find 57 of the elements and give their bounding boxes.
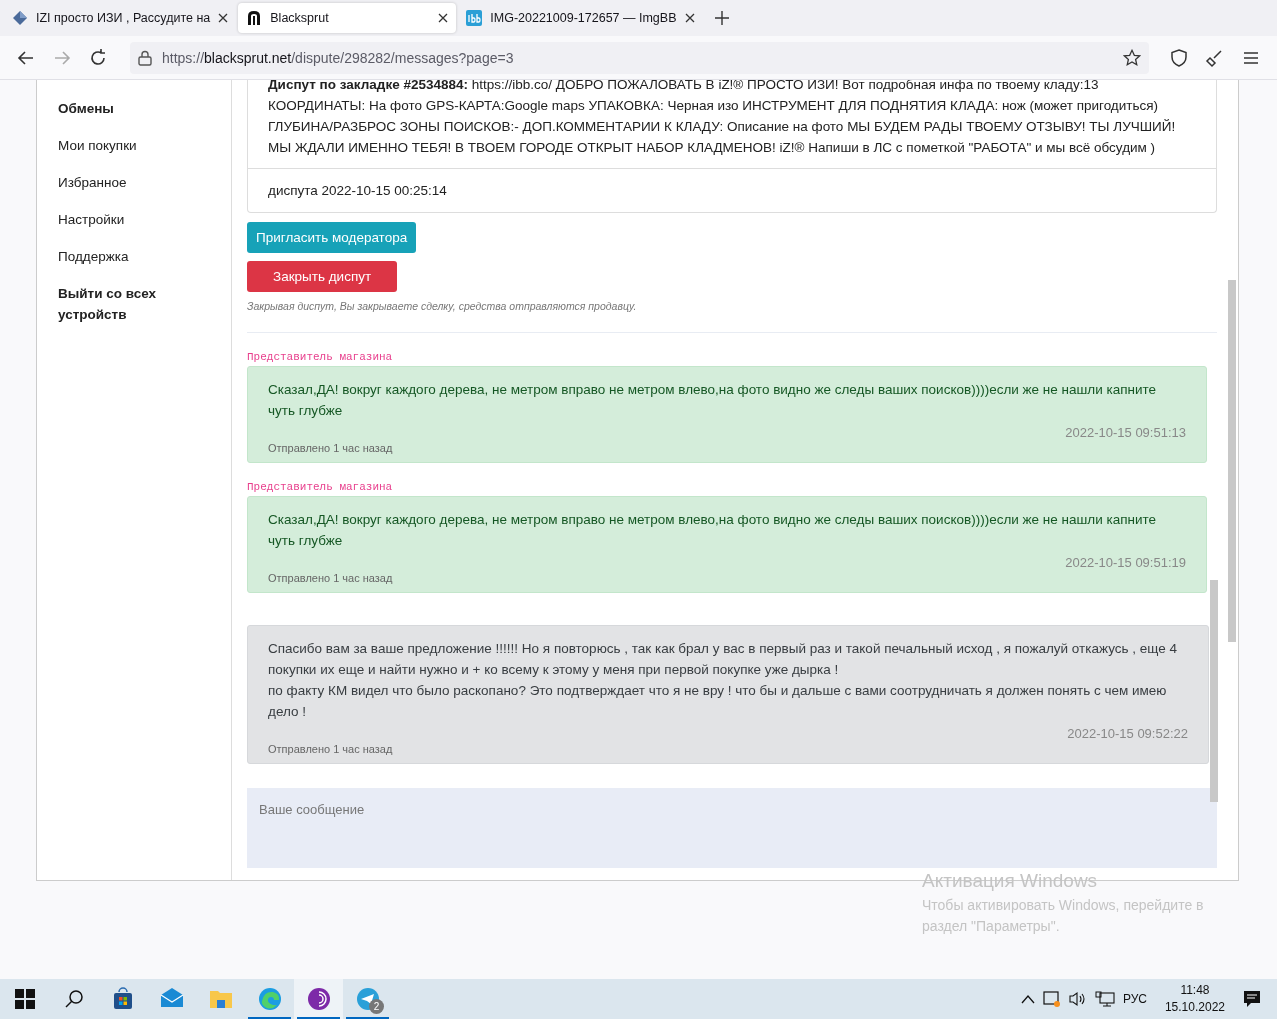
sent-time: Отправлено 1 час назад	[268, 572, 393, 584]
message-timestamp: 2022-10-15 09:51:13	[1065, 425, 1186, 440]
search-icon	[63, 989, 84, 1009]
close-icon[interactable]	[438, 13, 449, 23]
browser-tab[interactable]: IZI просто ИЗИ , Рассудите на	[4, 3, 237, 33]
new-tab-icon[interactable]	[714, 11, 729, 25]
message-author: Представитель магазина	[247, 351, 394, 363]
windows-logo-icon	[14, 989, 35, 1009]
message-author: Представитель магазина	[247, 481, 394, 493]
sidebar-link[interactable]: Избранное	[58, 164, 208, 201]
sidebar-link[interactable]: Поддержка	[58, 238, 208, 275]
message-text: Сказал,ДА! вокруг каждого дерева, не метром вправо не метром влево,на фото видно же следы ваших поисков))))если же не нашли капните чуть глубже	[268, 381, 1158, 420]
reload-icon[interactable]	[88, 47, 108, 68]
taskbar-app[interactable]: 2	[343, 979, 392, 1019]
message-text: по факту КМ видел что было раскопано? Это подтверждает что я не вру ! что бы и дальше с вами соотрудничать я должен понять с чем имею дело !	[268, 682, 1168, 721]
close-dispute-button[interactable]: Закрыть диспут	[247, 261, 398, 292]
sent-time: Отправлено 1 час назад	[268, 743, 393, 755]
shield-icon[interactable]	[1169, 47, 1189, 68]
scrollbar-thumb[interactable]	[1210, 580, 1218, 802]
edge-wave-icon	[257, 987, 282, 1011]
padlock-icon	[138, 49, 152, 66]
input-language[interactable]: РУС	[1122, 992, 1147, 1006]
dispute-date: диспута 2022-10-15 00:25:14	[248, 168, 1216, 212]
close-note: Закрывая диспут, Вы закрываете сделку, средства отправляются продавцу.	[247, 300, 638, 312]
taskbar-app[interactable]	[294, 979, 343, 1019]
notifications-icon[interactable]	[1243, 990, 1261, 1008]
sidebar-link[interactable]: Обмены	[58, 90, 208, 127]
close-icon[interactable]	[218, 13, 229, 23]
activation-title: Активация Windows	[922, 870, 1099, 892]
clock[interactable]: 11:48 15.10.2022	[1164, 982, 1225, 1016]
browser-tab[interactable]: IMG-20221009-172657 — ImgBB	[458, 3, 703, 33]
network-icon[interactable]	[1094, 991, 1115, 1007]
message-text: Сказал,ДА! вокруг каждого дерева, не метром вправо не метром влево,на фото видно же следы ваших поисков))))если же не нашли капните чуть глубже	[268, 511, 1158, 550]
message-timestamp: 2022-10-15 09:52:22	[1067, 726, 1188, 741]
chevron-up-icon[interactable]	[1020, 994, 1035, 1004]
message-text: Спасибо вам за ваше предложение !!!!!! Но я повторюсь , так как брал у вас в первый раз и такой печальный исход , я пожалуй откажусь , еще 4 покупки их еще и найти нужно и + ко всему к этому у меня при первой покупке уже дырка !	[268, 640, 1178, 679]
scrollbar-thumb[interactable]	[1228, 280, 1236, 642]
message-input[interactable]: Ваше сообщение	[247, 788, 1217, 868]
sidebar-link[interactable]: Настройки	[58, 201, 208, 238]
star-icon[interactable]	[1123, 48, 1141, 67]
close-icon[interactable]	[684, 13, 695, 23]
sync-status-icon[interactable]	[1042, 991, 1061, 1007]
dispute-description: Диспут по закладке #2534884: https://ibb.co/ ДОБРО ПОЖАЛОВАТЬ В iZ!® ПРОСТО ИЗИ! Вот подробная инфа по твоему кладу:13 КООРДИНАТЫ: На фото GPS-КАРТА:Google maps УПАКОВКА: Черная изо ИНСТРУМЕНТ ДЛЯ ПОДНЯТИЯ КЛАДА: нож (может пригодиться) ГЛУБИНА/РАЗБРОС ЗОНЫ ПОИСКОВ:- ДОП.КОММЕНТАРИИ К КЛАДУ: Описание на фото МЫ БУДЕМ РАДЫ ТВОЕМУ ОТЗЫВУ! ТЫ ЛУЧШИЙ! МЫ ЖДАЛИ ИМЕННО ТЕБЯ! В ТВОЕМ ГОРОДЕ ОТКРЫТ НАБОР КЛАДМЕНОВ! iZ!® Напиши в ЛС с пометкой "РАБОТА" и мы всё обсудим )	[267, 80, 1177, 157]
speaker-icon[interactable]	[1068, 991, 1087, 1007]
browser-tab[interactable]: Blacksprut	[238, 3, 457, 33]
broom-icon[interactable]	[1205, 47, 1225, 68]
pillars-icon	[246, 10, 263, 26]
onion-icon	[306, 987, 331, 1011]
url-text: https://blacksprut.net/dispute/298282/messages?page=3	[162, 49, 514, 66]
diamond-icon	[12, 10, 28, 26]
address-bar[interactable]: https://blacksprut.net/dispute/298282/messages?page=3	[130, 41, 1149, 74]
sent-time: Отправлено 1 час назад	[268, 442, 393, 454]
notification-count: 2	[369, 999, 384, 1014]
sidebar-link[interactable]: Мои покупки	[58, 127, 208, 164]
sidebar-link[interactable]: Выйти со всех устройств	[58, 275, 208, 333]
ibb-logo-icon	[466, 10, 483, 26]
message-timestamp: 2022-10-15 09:51:19	[1065, 555, 1186, 570]
